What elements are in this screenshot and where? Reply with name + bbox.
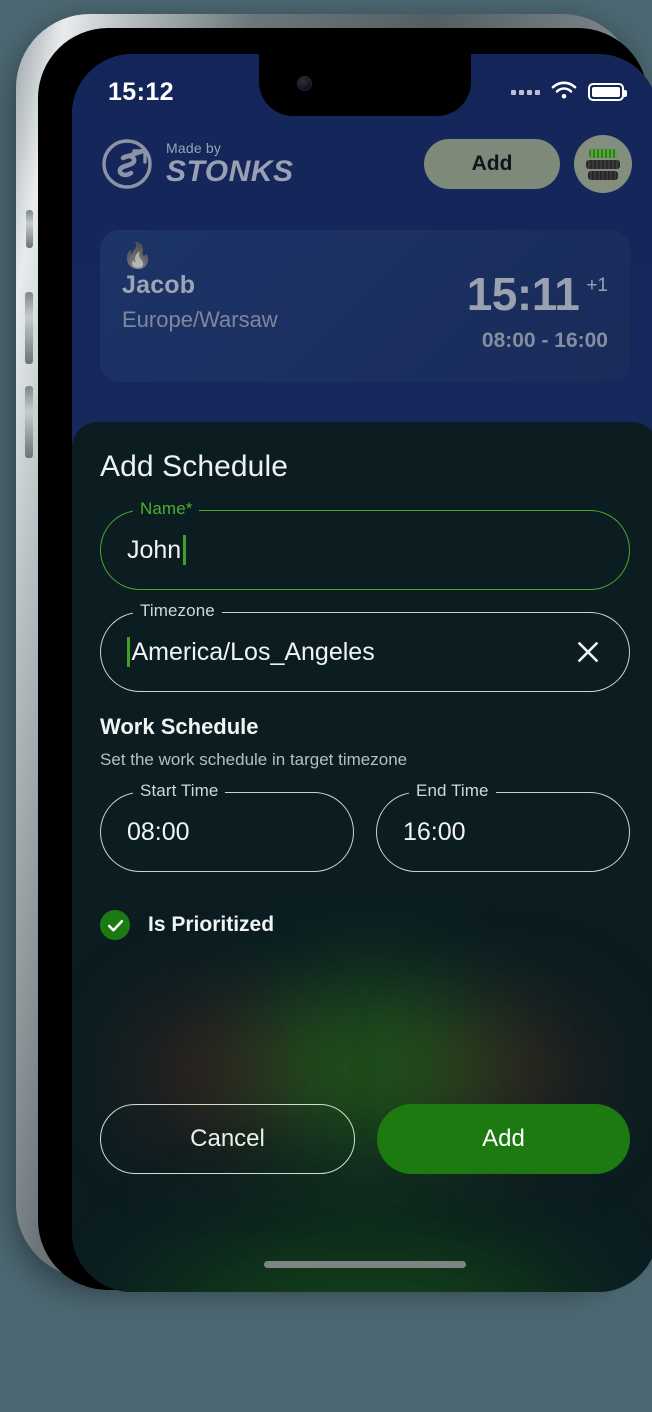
name-field-label: Name* bbox=[133, 499, 200, 519]
brand-name-text: STONKS bbox=[166, 155, 294, 188]
phone-bezel: 15:12 Made by STONKS Add 🔥 Jacob Europe/… bbox=[38, 28, 652, 1292]
sheet-title: Add Schedule bbox=[100, 450, 289, 483]
is-prioritized-label: Is Prioritized bbox=[148, 913, 275, 936]
stacked-layers-icon bbox=[586, 148, 620, 180]
silent-switch[interactable] bbox=[26, 210, 33, 248]
page-root: 15:12 Made by STONKS Add 🔥 Jacob Europe/… bbox=[0, 0, 652, 1412]
header-menu-button[interactable] bbox=[574, 135, 632, 193]
flame-icon: 🔥 bbox=[122, 242, 154, 270]
schedule-card[interactable]: 🔥 Jacob Europe/Warsaw 15:11 +1 08:00 - 1… bbox=[100, 230, 630, 382]
text-cursor bbox=[183, 535, 186, 565]
card-current-time: 15:11 bbox=[466, 268, 580, 320]
is-prioritized-checkbox[interactable]: Is Prioritized bbox=[100, 910, 630, 940]
name-field[interactable]: Name* John bbox=[100, 499, 630, 590]
app-header: Made by STONKS Add bbox=[72, 116, 652, 212]
battery-full-icon bbox=[588, 83, 627, 101]
timezone-field[interactable]: Timezone America/Los_Angeles bbox=[100, 601, 630, 692]
text-cursor bbox=[127, 637, 130, 667]
checkmark-icon bbox=[100, 910, 130, 940]
end-time-label: End Time bbox=[409, 781, 496, 801]
status-bar-indicators bbox=[511, 80, 627, 105]
submit-add-button[interactable]: Add bbox=[377, 1104, 630, 1174]
close-x-icon[interactable] bbox=[571, 635, 605, 669]
card-work-range: 08:00 - 16:00 bbox=[481, 329, 608, 352]
phone-screen: 15:12 Made by STONKS Add 🔥 Jacob Europe/… bbox=[72, 54, 652, 1292]
home-indicator[interactable] bbox=[264, 1261, 466, 1268]
cancel-button[interactable]: Cancel bbox=[100, 1104, 355, 1174]
card-day-offset: +1 bbox=[586, 275, 608, 296]
device-notch bbox=[259, 54, 471, 116]
end-time-field[interactable]: End Time 16:00 bbox=[376, 781, 630, 872]
sheet-actions: Cancel Add bbox=[100, 1104, 630, 1174]
brand-made-by-text: Made by bbox=[166, 140, 222, 156]
volume-down-button[interactable] bbox=[25, 386, 33, 458]
front-camera-icon bbox=[297, 76, 312, 91]
start-time-label: Start Time bbox=[133, 781, 226, 801]
timezone-field-value: America/Los_Angeles bbox=[131, 637, 375, 666]
card-timezone: Europe/Warsaw bbox=[122, 307, 278, 332]
stonks-arrow-logo-icon bbox=[100, 137, 154, 191]
name-field-value: John bbox=[127, 535, 182, 564]
time-row: Start Time 08:00 End Time 16:00 bbox=[100, 781, 630, 872]
start-time-field[interactable]: Start Time 08:00 bbox=[100, 781, 354, 872]
timezone-field-value-wrap: America/Los_Angeles bbox=[127, 637, 375, 667]
timezone-field-label: Timezone bbox=[133, 601, 222, 621]
status-bar-clock: 15:12 bbox=[108, 77, 174, 106]
add-schedule-sheet: Add Schedule Name* John Timezone America… bbox=[72, 422, 652, 1292]
brand-logo: Made by STONKS bbox=[100, 137, 410, 191]
end-time-value: 16:00 bbox=[403, 817, 466, 846]
work-schedule-subtitle: Set the work schedule in target timezone bbox=[100, 750, 408, 769]
start-time-value: 08:00 bbox=[127, 817, 190, 846]
volume-up-button[interactable] bbox=[25, 292, 33, 364]
signal-dots-icon bbox=[511, 89, 540, 95]
card-person-name: Jacob bbox=[122, 271, 196, 299]
work-schedule-title: Work Schedule bbox=[100, 714, 259, 739]
wifi-icon bbox=[551, 80, 577, 105]
phone-frame: 15:12 Made by STONKS Add 🔥 Jacob Europe/… bbox=[16, 14, 652, 1292]
name-field-value-wrap: John bbox=[127, 535, 186, 565]
header-add-button[interactable]: Add bbox=[424, 139, 560, 189]
